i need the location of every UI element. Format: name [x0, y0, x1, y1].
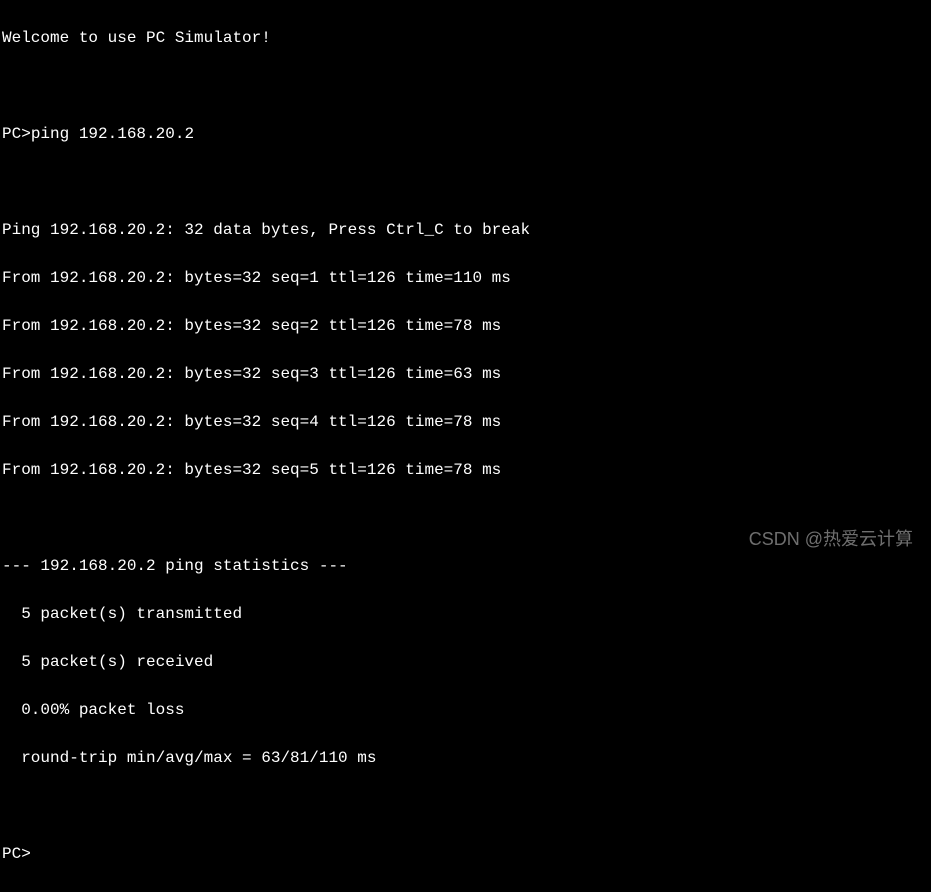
prompt: PC>	[2, 125, 31, 143]
command-text: ping 192.168.20.2	[31, 125, 194, 143]
blank-line	[2, 74, 929, 98]
ping-header: Ping 192.168.20.2: 32 data bytes, Press …	[2, 218, 929, 242]
stats-line: round-trip min/avg/max = 63/81/110 ms	[2, 746, 929, 770]
ping-reply: From 192.168.20.2: bytes=32 seq=4 ttl=12…	[2, 410, 929, 434]
blank-line	[2, 794, 929, 818]
ping-reply: From 192.168.20.2: bytes=32 seq=5 ttl=12…	[2, 458, 929, 482]
stats-line: 5 packet(s) received	[2, 650, 929, 674]
blank-line	[2, 170, 929, 194]
terminal-output[interactable]: Welcome to use PC Simulator! PC>ping 192…	[0, 0, 931, 892]
prompt-line-1: PC>ping 192.168.20.2	[2, 122, 929, 146]
prompt-line-2[interactable]: PC>	[2, 842, 929, 866]
stats-line: 5 packet(s) transmitted	[2, 602, 929, 626]
stats-line: 0.00% packet loss	[2, 698, 929, 722]
ping-reply: From 192.168.20.2: bytes=32 seq=3 ttl=12…	[2, 362, 929, 386]
ping-reply: From 192.168.20.2: bytes=32 seq=1 ttl=12…	[2, 266, 929, 290]
welcome-line: Welcome to use PC Simulator!	[2, 26, 929, 50]
stats-header: --- 192.168.20.2 ping statistics ---	[2, 554, 929, 578]
ping-reply: From 192.168.20.2: bytes=32 seq=2 ttl=12…	[2, 314, 929, 338]
blank-line	[2, 506, 929, 530]
